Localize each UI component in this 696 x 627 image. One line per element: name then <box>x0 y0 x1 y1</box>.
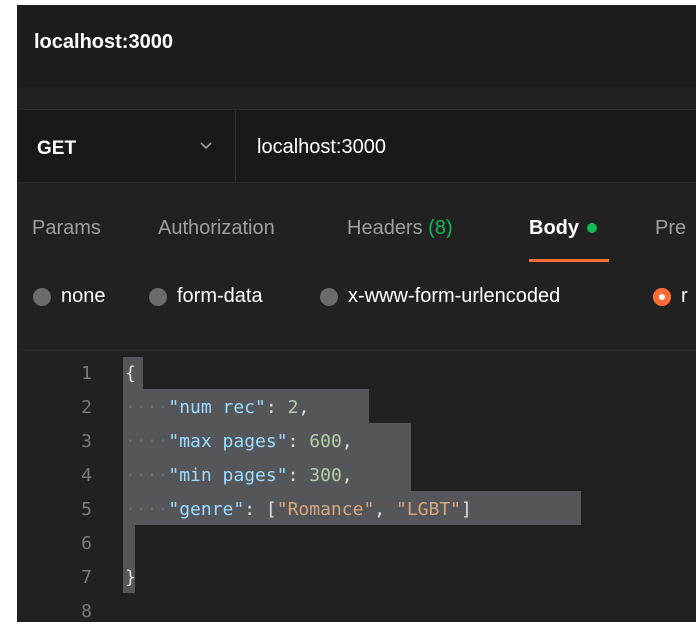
json-bracket: ] <box>461 499 472 520</box>
url-input[interactable]: localhost:3000 <box>257 136 386 159</box>
line-number: 5 <box>81 499 92 520</box>
json-brace: } <box>125 567 136 588</box>
json-key: "genre" <box>168 499 245 520</box>
json-value: 600 <box>309 431 342 452</box>
tab-headers[interactable]: Headers (8) <box>347 217 453 240</box>
radio-label: x-www-form-urlencoded <box>348 285 561 307</box>
json-colon: : <box>265 397 288 418</box>
request-title-bar: localhost:3000 <box>17 5 696 87</box>
active-tab-indicator <box>529 259 609 262</box>
tab-pre-request-script[interactable]: Pre <box>655 217 686 240</box>
json-comma: , <box>298 397 310 418</box>
method-select[interactable]: GET <box>17 110 236 182</box>
json-key: "min pages" <box>168 465 288 486</box>
tab-label: Body <box>529 217 579 239</box>
code-line: ····"num rec": 2, <box>125 397 310 418</box>
request-tabs: Params Authorization Headers (8) Body Pr… <box>17 203 696 263</box>
json-key: "num rec" <box>168 397 266 418</box>
radio-label: form-data <box>177 285 263 307</box>
line-number: 6 <box>81 533 92 554</box>
json-bracket: [ <box>265 499 277 520</box>
line-number: 8 <box>81 601 92 622</box>
tab-label: Authorization <box>158 217 275 239</box>
code-line: ····"genre": ["Romance", "LGBT"] <box>125 499 472 520</box>
radio-selected-icon <box>653 288 671 306</box>
code-line: { <box>125 363 136 384</box>
json-colon: : <box>244 499 266 520</box>
json-colon: : <box>287 431 310 452</box>
tab-params[interactable]: Params <box>32 217 101 240</box>
json-string: "Romance" <box>276 499 375 520</box>
method-label: GET <box>37 138 77 159</box>
code-line: } <box>125 567 136 588</box>
json-string: "LGBT" <box>395 499 462 520</box>
tab-body[interactable]: Body <box>529 217 597 240</box>
body-type-options: none form-data x-www-form-urlencoded r <box>17 273 696 321</box>
postman-window: localhost:3000 GET localhost:3000 Params… <box>17 5 696 622</box>
line-number: 1 <box>81 363 92 384</box>
json-comma: , <box>341 465 353 486</box>
json-separator: , <box>374 499 396 520</box>
radio-label: none <box>61 285 106 307</box>
radio-circle-icon <box>149 288 167 306</box>
json-value: 2 <box>287 397 299 418</box>
url-bar: GET localhost:3000 <box>17 109 696 183</box>
json-brace: { <box>125 363 136 384</box>
json-value: 300 <box>309 465 342 486</box>
radio-circle-icon <box>33 288 51 306</box>
line-number: 2 <box>81 397 92 418</box>
json-key: "max pages" <box>168 431 288 452</box>
tab-authorization[interactable]: Authorization <box>158 217 275 240</box>
chevron-down-icon <box>200 142 212 150</box>
radio-label: r <box>681 285 688 307</box>
tab-label: Params <box>32 217 101 239</box>
headers-count-badge: (8) <box>428 217 453 239</box>
tab-label: Headers <box>347 217 423 239</box>
code-line: ····"max pages": 600, <box>125 431 353 452</box>
json-comma: , <box>341 431 353 452</box>
request-title[interactable]: localhost:3000 <box>34 31 173 54</box>
active-dot-icon <box>587 222 597 233</box>
code-line: ····"min pages": 300, <box>125 465 353 486</box>
line-number: 4 <box>81 465 92 486</box>
line-number: 3 <box>81 431 92 452</box>
body-editor[interactable]: 1 2 3 4 5 6 7 8 { ····"num rec": 2, ····… <box>17 351 696 622</box>
radio-circle-icon <box>320 288 338 306</box>
json-colon: : <box>287 465 310 486</box>
line-number: 7 <box>81 567 92 588</box>
tab-label: Pre <box>655 217 687 239</box>
